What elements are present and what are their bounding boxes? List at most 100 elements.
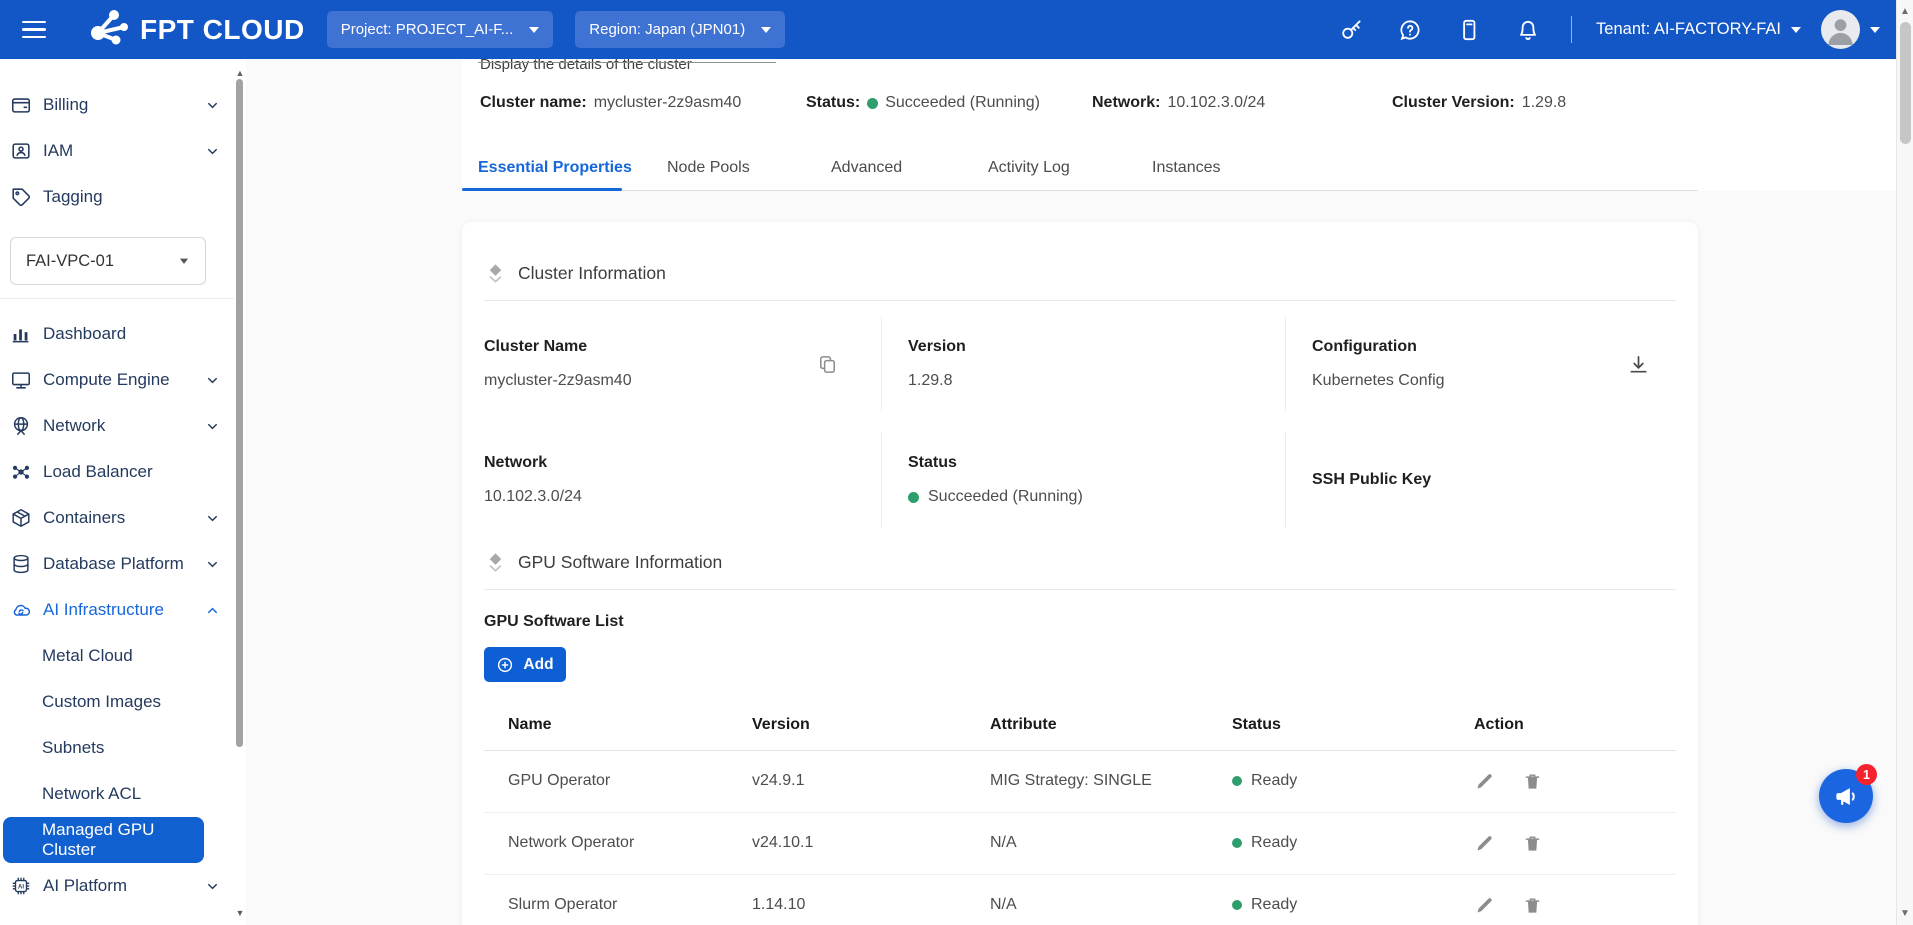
summary-value: mycluster-2z9asm40 [594, 94, 742, 112]
field-label: Version [908, 338, 1265, 356]
field-value: Succeeded (Running) [908, 488, 1265, 506]
tab-advanced[interactable]: Advanced [831, 159, 902, 177]
tabs-bottom-border [462, 190, 1698, 191]
page-scrollbar[interactable]: ▲ ▼ [1896, 0, 1913, 925]
delete-trash-icon[interactable] [1522, 833, 1543, 854]
layers-diamond-icon [484, 551, 507, 574]
sidebar-item-label: IAM [43, 141, 73, 161]
api-key-icon[interactable] [1337, 16, 1364, 43]
add-gpu-software-button[interactable]: Add [484, 647, 566, 682]
summary-label: Network: [1092, 94, 1160, 112]
status-dot-green [1232, 838, 1242, 848]
sidebar-subitem-metal-cloud[interactable]: Metal Cloud [0, 633, 234, 679]
sidebar-item-network[interactable]: Network [0, 403, 234, 449]
sidebar-item-database-platform[interactable]: Database Platform [0, 541, 234, 587]
sidebar-item-dashboard[interactable]: Dashboard [0, 311, 234, 357]
cell-action [1450, 812, 1676, 874]
cell-name: Slurm Operator [484, 874, 728, 925]
vpc-selector[interactable]: FAI-VPC-01 [10, 237, 206, 285]
sidebar-subitem-network-acl[interactable]: Network ACL [0, 771, 234, 817]
nodes-icon [10, 460, 34, 484]
support-chat-icon[interactable] [1396, 16, 1423, 43]
tab-instances[interactable]: Instances [1152, 159, 1220, 177]
account-chevron-down-icon[interactable] [1870, 27, 1880, 33]
sidebar-item-containers[interactable]: Containers [0, 495, 234, 541]
field-label: Network [484, 454, 861, 472]
sidebar-scrollbar[interactable]: ▲ ▼ [234, 59, 246, 925]
sidebar-item-label: Compute Engine [43, 370, 170, 390]
sidebar-item-compute-engine[interactable]: Compute Engine [0, 357, 234, 403]
column-header-attribute: Attribute [966, 700, 1208, 750]
field-status: Status Succeeded (Running) [881, 433, 1285, 527]
sidebar-divider [0, 298, 234, 299]
tab-activity-log[interactable]: Activity Log [988, 159, 1070, 177]
tab-essential-properties[interactable]: Essential Properties [478, 159, 632, 177]
status-text: Ready [1251, 834, 1297, 852]
tenant-selector[interactable]: Tenant: AI-FACTORY-FAI [1596, 20, 1801, 39]
cell-attribute: N/A [966, 874, 1208, 925]
navbar-right-group: Tenant: AI-FACTORY-FAI [1321, 10, 1880, 49]
summary-network: Network: 10.102.3.0/24 [1092, 94, 1265, 112]
region-selector[interactable]: Region: Japan (JPN01) [575, 11, 785, 48]
cluster-header: Display the details of the cluster Clust… [462, 59, 1896, 191]
globe-icon [10, 414, 34, 438]
scroll-down-arrow[interactable]: ▼ [235, 908, 245, 918]
app-window: FPT CLOUD Project: PROJECT_AI-F... Regio… [0, 0, 1913, 925]
logo-molecule-icon [84, 7, 130, 52]
copy-icon[interactable] [816, 353, 839, 376]
project-selector[interactable]: Project: PROJECT_AI-F... [327, 11, 554, 48]
sidebar-item-iam[interactable]: IAM [0, 128, 234, 174]
scroll-up-arrow[interactable]: ▲ [235, 68, 245, 78]
tenant-label: Tenant: AI-FACTORY-FAI [1596, 20, 1781, 39]
sidebar-subitem-subnets[interactable]: Subnets [0, 725, 234, 771]
sidebar-item-label: Network [43, 416, 105, 436]
sidebar-item-ai-infrastructure[interactable]: AI Infrastructure [0, 587, 234, 633]
edit-pencil-icon[interactable] [1474, 895, 1495, 916]
scroll-down-arrow[interactable]: ▼ [1897, 908, 1913, 919]
tab-node-pools[interactable]: Node Pools [667, 159, 750, 177]
user-avatar[interactable] [1821, 10, 1860, 49]
delete-trash-icon[interactable] [1522, 771, 1543, 792]
package-icon [10, 506, 34, 530]
sidebar-subitem-label: Subnets [42, 738, 104, 758]
sidebar-item-billing[interactable]: Billing [0, 82, 234, 128]
field-value: 10.102.3.0/24 [484, 488, 861, 506]
column-header-name: Name [484, 700, 728, 750]
status-text: Ready [1251, 772, 1297, 790]
sidebar-item-label: Dashboard [43, 324, 126, 344]
top-navbar: FPT CLOUD Project: PROJECT_AI-F... Regio… [0, 0, 1896, 59]
field-configuration: Configuration Kubernetes Config [1285, 317, 1676, 411]
field-value: Kubernetes Config [1312, 372, 1445, 390]
sidebar-item-load-balancer[interactable]: Load Balancer [0, 449, 234, 495]
menu-hamburger-icon[interactable] [22, 15, 52, 45]
sidebar-subitem-managed-gpu-cluster[interactable]: Managed GPU Cluster [3, 817, 204, 863]
sidebar-item-ai-platform[interactable]: AI AI Platform [0, 863, 234, 909]
sidebar-scrollbar-thumb[interactable] [236, 79, 243, 747]
edit-pencil-icon[interactable] [1474, 833, 1495, 854]
chevron-up-icon [205, 603, 220, 618]
field-ssh-public-key: SSH Public Key [1285, 433, 1676, 527]
download-icon[interactable] [1627, 353, 1650, 376]
chevron-down-icon [205, 557, 220, 572]
field-value: 1.29.8 [908, 372, 1265, 390]
summary-value: 1.29.8 [1522, 94, 1566, 112]
announcements-fab[interactable]: 1 [1819, 769, 1873, 823]
cell-name: Network Operator [484, 812, 728, 874]
sidebar-item-tagging[interactable]: Tagging [0, 174, 234, 220]
scroll-up-arrow[interactable]: ▲ [1897, 6, 1913, 17]
summary-value: 10.102.3.0/24 [1167, 94, 1265, 112]
sidebar-subitem-custom-images[interactable]: Custom Images [0, 679, 234, 725]
edit-pencil-icon[interactable] [1474, 771, 1495, 792]
page-scrollbar-thumb[interactable] [1900, 22, 1911, 144]
bar-chart-icon [10, 322, 34, 346]
chevron-down-icon [529, 27, 539, 33]
field-version: Version 1.29.8 [881, 317, 1285, 411]
summary-label: Cluster name: [480, 94, 587, 112]
delete-trash-icon[interactable] [1522, 895, 1543, 916]
table-row: GPU Operator v24.9.1 MIG Strategy: SINGL… [484, 750, 1676, 812]
field-network: Network 10.102.3.0/24 [484, 433, 881, 527]
notifications-bell-icon[interactable] [1514, 16, 1541, 43]
table-row: Network Operator v24.10.1 N/A Ready [484, 812, 1676, 874]
release-notes-icon[interactable] [1455, 16, 1482, 43]
status-text: Ready [1251, 896, 1297, 914]
